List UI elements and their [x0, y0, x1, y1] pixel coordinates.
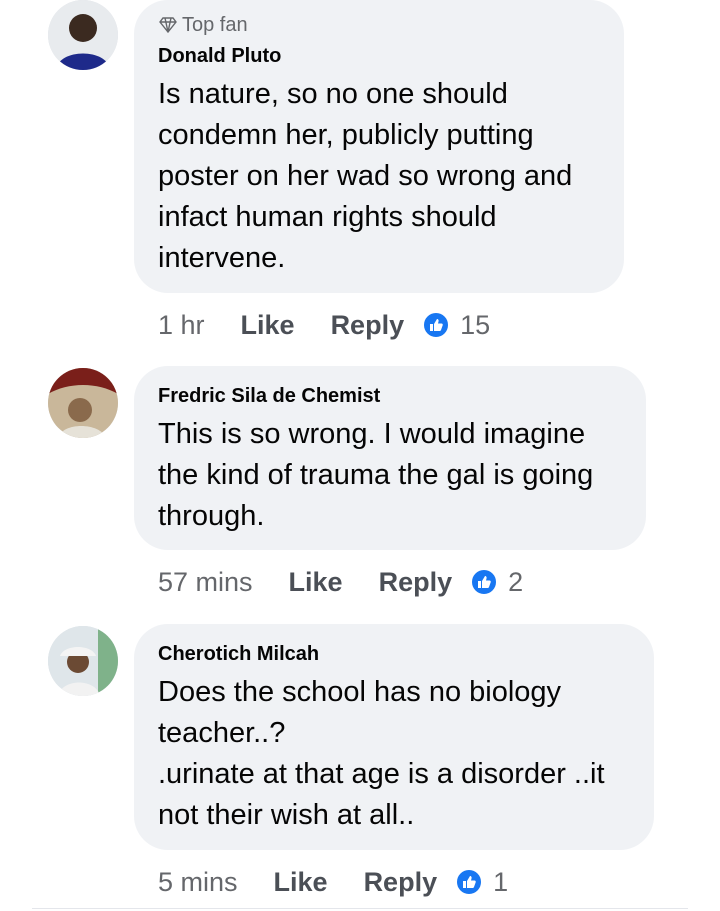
comment-author[interactable]: Fredric Sila de Chemist	[158, 382, 622, 410]
reaction-summary[interactable]: 1	[455, 867, 508, 898]
like-button[interactable]: Like	[289, 567, 343, 598]
comment-bubble: Fredric Sila de Chemist This is so wrong…	[134, 366, 646, 550]
avatar[interactable]	[48, 368, 118, 438]
thumbs-up-icon	[470, 568, 499, 596]
reply-button[interactable]: Reply	[379, 567, 453, 598]
comment-timestamp[interactable]: 1 hr	[158, 310, 205, 341]
badge-label: Top fan	[182, 13, 248, 36]
comment-bubble: Top fan Donald Pluto Is nature, so no on…	[134, 0, 624, 293]
like-button[interactable]: Like	[241, 310, 295, 341]
avatar[interactable]	[48, 0, 118, 70]
reaction-summary[interactable]: 2	[470, 567, 523, 598]
comment-timestamp[interactable]: 5 mins	[158, 867, 238, 898]
reaction-summary[interactable]: 15	[422, 310, 490, 341]
comment-bubble: Cherotich Milcah Does the school has no …	[134, 624, 654, 850]
comment-actions: 1 hr Like Reply 15	[158, 307, 490, 343]
comment-text: This is so wrong. I would imagine the ki…	[158, 418, 594, 532]
like-button[interactable]: Like	[274, 867, 328, 898]
comment-text: Is nature, so no one should condemn her,…	[158, 78, 573, 274]
reply-button[interactable]: Reply	[331, 310, 405, 341]
comment-actions: 57 mins Like Reply 2	[158, 564, 523, 600]
thumbs-up-icon	[422, 311, 451, 339]
top-fan-badge: Top fan	[158, 12, 600, 38]
avatar-image	[48, 626, 118, 696]
comment-author[interactable]: Cherotich Milcah	[158, 640, 630, 668]
reply-button[interactable]: Reply	[364, 867, 438, 898]
comment-actions: 5 mins Like Reply 1	[158, 864, 508, 900]
reaction-count: 1	[493, 866, 509, 897]
avatar-image	[48, 0, 118, 70]
thumbs-up-icon	[455, 868, 484, 896]
comment-author[interactable]: Donald Pluto	[158, 42, 600, 70]
comment-timestamp[interactable]: 57 mins	[158, 567, 253, 598]
comment-text: Does the school has no biology teacher..…	[158, 676, 605, 831]
divider	[32, 908, 688, 909]
reaction-count: 15	[460, 309, 491, 340]
diamond-icon	[159, 17, 177, 34]
avatar-image	[48, 368, 118, 438]
avatar[interactable]	[48, 626, 118, 696]
reaction-count: 2	[508, 566, 524, 597]
